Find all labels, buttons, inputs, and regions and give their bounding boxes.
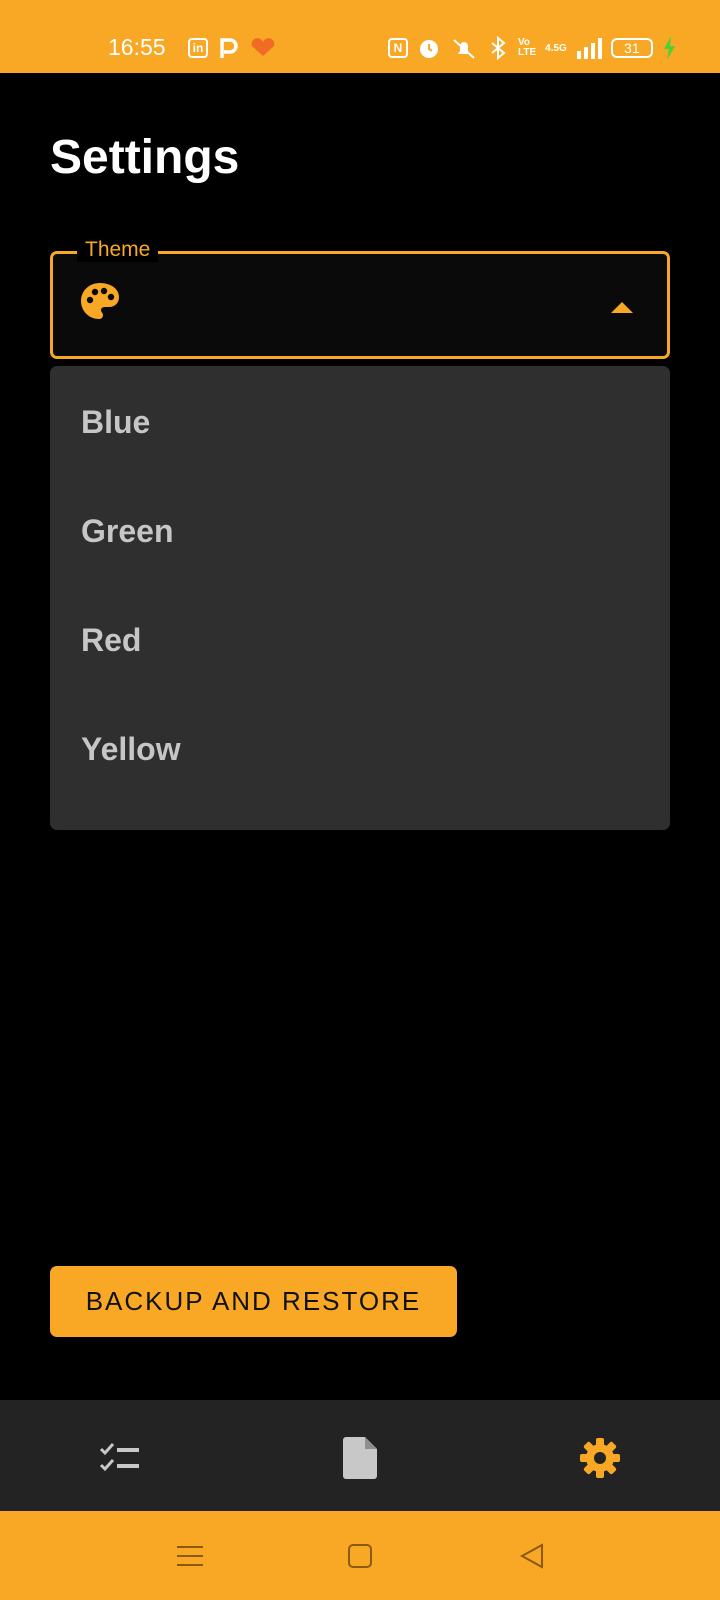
page-title: Settings (50, 131, 240, 184)
linkedin-icon: in (188, 38, 208, 58)
nav-settings[interactable] (570, 1428, 630, 1488)
backup-and-restore-button[interactable]: BACKUP AND RESTORE (50, 1266, 457, 1337)
home-icon (348, 1544, 372, 1568)
alarm-icon (420, 40, 438, 58)
menu-icon (177, 1546, 203, 1566)
system-icons: N Vo LTE 4.5G 31 (388, 36, 676, 60)
gear-icon (580, 1438, 620, 1478)
signal-icon (576, 38, 602, 59)
nav-documents[interactable] (330, 1428, 390, 1488)
theme-select[interactable]: Theme (50, 238, 670, 359)
home-button[interactable] (340, 1538, 380, 1574)
theme-option-green[interactable]: Green (50, 477, 670, 586)
notification-icons: in (188, 36, 276, 60)
nfc-icon: N (388, 38, 408, 58)
caret-up-icon[interactable] (611, 301, 633, 313)
theme-options-menu: Blue Green Red Yellow (50, 366, 670, 830)
back-button[interactable] (512, 1538, 552, 1574)
palette-icon (81, 283, 119, 319)
bluetooth-icon (491, 36, 506, 60)
status-time: 16:55 (108, 34, 166, 60)
battery-icon: 31 (610, 38, 653, 58)
status-bar: 16:55 in N Vo LTE 4.5G 31 (0, 0, 720, 73)
checklist-icon (99, 1443, 139, 1472)
heart-app-icon (251, 38, 275, 56)
volte-icon: Vo LTE (518, 37, 537, 58)
charging-icon (663, 36, 675, 60)
document-icon (343, 1437, 377, 1479)
theme-option-red[interactable]: Red (50, 586, 670, 695)
back-icon (519, 1543, 543, 1569)
network-type: 4.5G (545, 42, 567, 54)
mute-icon (453, 39, 475, 59)
bottom-navigation (0, 1400, 720, 1511)
theme-option-yellow[interactable]: Yellow (50, 695, 670, 804)
app-p-icon (220, 38, 238, 58)
system-navigation-bar (0, 1511, 720, 1600)
nav-tasks[interactable] (90, 1428, 150, 1488)
theme-label: Theme (77, 238, 159, 262)
recent-apps-button[interactable] (170, 1538, 210, 1574)
theme-option-blue[interactable]: Blue (50, 368, 670, 477)
